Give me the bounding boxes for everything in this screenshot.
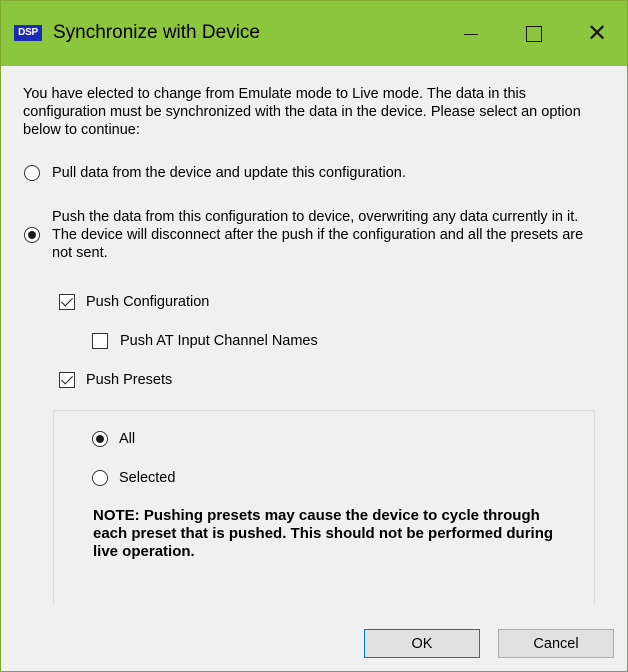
dsp-app-icon: DSP [14,25,42,41]
title-bar[interactable]: DSP Synchronize with Device ✕ [1,1,627,66]
presets-all-label[interactable]: All [119,430,135,448]
maximize-icon [526,25,542,42]
sync-dialog: DSP Synchronize with Device ✕ You have e… [0,0,628,672]
push-presets-label[interactable]: Push Presets [86,371,172,389]
presets-selected-radio[interactable] [92,470,108,486]
close-button[interactable]: ✕ [567,1,627,66]
minimize-button[interactable] [441,1,501,66]
push-presets-checkbox[interactable] [59,372,75,388]
push-data-label[interactable]: Push the data from this configuration to… [52,208,592,262]
push-at-input-channel-names-checkbox[interactable] [92,333,108,349]
presets-warning-note: NOTE: Pushing presets may cause the devi… [93,507,554,560]
pull-data-radio[interactable] [24,165,40,181]
pull-data-label[interactable]: Pull data from the device and update thi… [52,164,406,182]
maximize-button[interactable] [504,1,564,66]
minimize-icon [464,34,478,35]
presets-all-radio[interactable] [92,431,108,447]
dialog-title: Synchronize with Device [53,22,260,43]
intro-message: You have elected to change from Emulate … [23,86,581,138]
presets-selected-label[interactable]: Selected [119,469,175,487]
cancel-button[interactable]: Cancel [498,629,614,658]
push-at-input-channel-names-label[interactable]: Push AT Input Channel Names [120,332,318,350]
ok-button[interactable]: OK [364,629,480,658]
close-icon: ✕ [586,20,608,47]
push-configuration-label[interactable]: Push Configuration [86,293,209,311]
push-data-radio[interactable] [24,227,40,243]
push-configuration-checkbox[interactable] [59,294,75,310]
